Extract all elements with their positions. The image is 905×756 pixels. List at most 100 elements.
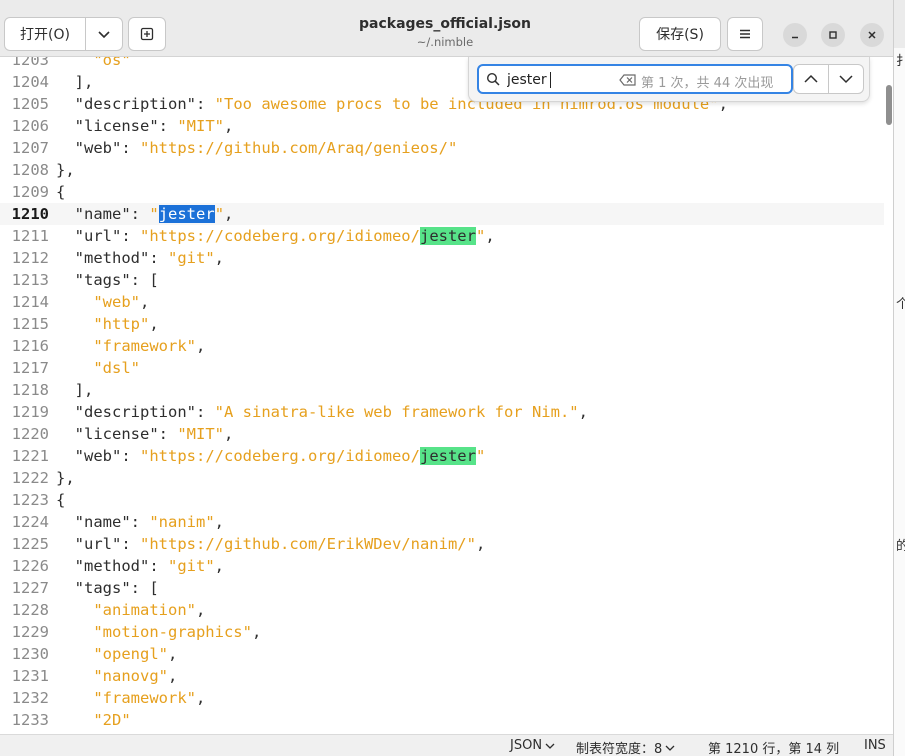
code-line[interactable]: 1224 "name": "nanim",: [0, 511, 884, 533]
find-bar: 第 1 次，共 44 次出现: [468, 57, 870, 102]
code-line[interactable]: 1206 "license": "MIT",: [0, 115, 884, 137]
line-text: "http",: [93, 315, 159, 333]
line-number: 1210: [11, 205, 49, 223]
code-line[interactable]: 1228 "animation",: [0, 599, 884, 621]
line-number: 1216: [11, 337, 49, 355]
code-line[interactable]: 1213 "tags": [: [0, 269, 884, 291]
code-line[interactable]: 1225 "url": "https://github.com/ErikWDev…: [0, 533, 884, 555]
code-line[interactable]: 1211 "url": "https://codeberg.org/idiome…: [0, 225, 884, 247]
minimize-button[interactable]: [783, 23, 807, 47]
code-line[interactable]: 1207 "web": "https://github.com/Araq/gen…: [0, 137, 884, 159]
code-line[interactable]: 1220 "license": "MIT",: [0, 423, 884, 445]
line-number: 1220: [11, 425, 49, 443]
text-caret: [550, 72, 551, 88]
line-text: {: [56, 491, 66, 509]
line-number: 1230: [11, 645, 49, 663]
save-button[interactable]: 保存(S): [639, 17, 721, 51]
vertical-scrollbar[interactable]: [884, 57, 893, 734]
line-text: "method": "git",: [74, 557, 225, 575]
line-text: "animation",: [93, 601, 206, 619]
code-line[interactable]: 1214 "web",: [0, 291, 884, 313]
line-number: 1211: [11, 227, 49, 245]
code-editor[interactable]: 1203 "os" 1204 ], 1205 "description": "Too…: [0, 57, 884, 734]
search-match: jester: [419, 227, 476, 245]
code-line[interactable]: 1226 "method": "git",: [0, 555, 884, 577]
line-number: 1208: [11, 161, 49, 179]
code-line[interactable]: 1221 "web": "https://codeberg.org/idiome…: [0, 445, 884, 467]
code-line[interactable]: 1208},: [0, 159, 884, 181]
line-text: "url": "https://github.com/ErikWDev/nani…: [74, 535, 486, 553]
line-text: "license": "MIT",: [74, 425, 234, 443]
code-line[interactable]: 1219 "description": "A sinatra-like web …: [0, 401, 884, 423]
window-subtitle: ~/.nimble: [416, 35, 474, 49]
code-line[interactable]: 1212 "method": "git",: [0, 247, 884, 269]
line-number: 1209: [11, 183, 49, 201]
scrollbar-thumb[interactable]: [886, 85, 892, 125]
code-line[interactable]: 1210 "name": "jester",: [0, 203, 884, 225]
line-number: 1224: [11, 513, 49, 531]
status-bar: JSON 制表符宽度：8 第 1210 行，第 14 列 INS: [0, 734, 893, 756]
chevron-down-icon: [839, 75, 853, 84]
find-entry[interactable]: 第 1 次，共 44 次出现: [477, 64, 793, 94]
code-line[interactable]: 1223 {: [0, 489, 884, 511]
line-number: 1203: [11, 57, 49, 69]
line-number: 1227: [11, 579, 49, 597]
line-text: "dsl": [93, 359, 140, 377]
line-text: "method": "git",: [74, 249, 225, 267]
new-tab-icon: [140, 27, 154, 41]
insert-mode-indicator[interactable]: INS: [864, 738, 886, 753]
line-number: 1214: [11, 293, 49, 311]
maximize-button[interactable]: [821, 23, 845, 47]
line-number: 1226: [11, 557, 49, 575]
main-menu-button[interactable]: [727, 17, 763, 51]
search-match: jester: [158, 205, 215, 223]
line-number: 1205: [11, 95, 49, 113]
code-line[interactable]: 1232 "framework",: [0, 687, 884, 709]
line-text: "motion-graphics",: [93, 623, 262, 641]
background-glyph: 的: [896, 539, 905, 554]
code-line[interactable]: 1229 "motion-graphics",: [0, 621, 884, 643]
find-input[interactable]: [507, 70, 617, 90]
code-line[interactable]: 1215 "http",: [0, 313, 884, 335]
line-number: 1207: [11, 139, 49, 157]
cursor-position[interactable]: 第 1210 行，第 14 列: [708, 738, 839, 756]
code-line[interactable]: 1222},: [0, 467, 884, 489]
find-next-button[interactable]: [828, 64, 864, 94]
minimize-icon: [792, 36, 798, 39]
maximize-icon: [829, 31, 837, 39]
line-number: 1204: [11, 73, 49, 91]
hamburger-menu-icon: [740, 29, 750, 39]
code-line[interactable]: 1218 ],: [0, 379, 884, 401]
code-line[interactable]: 1209 {: [0, 181, 884, 203]
open-button[interactable]: 打开(O): [4, 17, 86, 51]
new-tab-button[interactable]: [128, 17, 166, 51]
line-text: {: [56, 183, 66, 201]
chevron-down-icon: [545, 743, 555, 749]
line-number: 1219: [11, 403, 49, 421]
line-number: 1233: [11, 711, 49, 729]
line-text: "nanovg",: [93, 667, 178, 685]
code-line[interactable]: 1217 "dsl": [0, 357, 884, 379]
line-text: },: [56, 161, 75, 179]
close-button[interactable]: [860, 23, 884, 47]
line-number: 1213: [11, 271, 49, 289]
language-selector[interactable]: JSON: [510, 738, 555, 753]
code-line[interactable]: 1233 "2D": [0, 709, 884, 731]
code-line[interactable]: 1216 "framework",: [0, 335, 884, 357]
code-line[interactable]: 1230 "opengl",: [0, 643, 884, 665]
line-number: 1222: [11, 469, 49, 487]
clear-text-icon[interactable]: [619, 74, 637, 86]
tab-width-selector[interactable]: 制表符宽度：8: [576, 738, 675, 756]
line-number: 1215: [11, 315, 49, 333]
line-text: "name": "nanim",: [74, 513, 225, 531]
code-line[interactable]: 1227 "tags": [: [0, 577, 884, 599]
editor-window: 打开(O) packages_official.json ~/.nimble 保…: [0, 0, 894, 756]
close-icon: [868, 31, 876, 39]
code-line[interactable]: 1231 "nanovg",: [0, 665, 884, 687]
find-previous-button[interactable]: [793, 64, 829, 94]
save-button-label: 保存(S): [656, 27, 704, 43]
open-button-label: 打开(O): [20, 27, 70, 43]
chevron-up-icon: [804, 74, 818, 83]
open-menu-button[interactable]: [85, 17, 123, 51]
line-text: "web": "https://codeberg.org/idiomeo/jes…: [74, 447, 486, 465]
